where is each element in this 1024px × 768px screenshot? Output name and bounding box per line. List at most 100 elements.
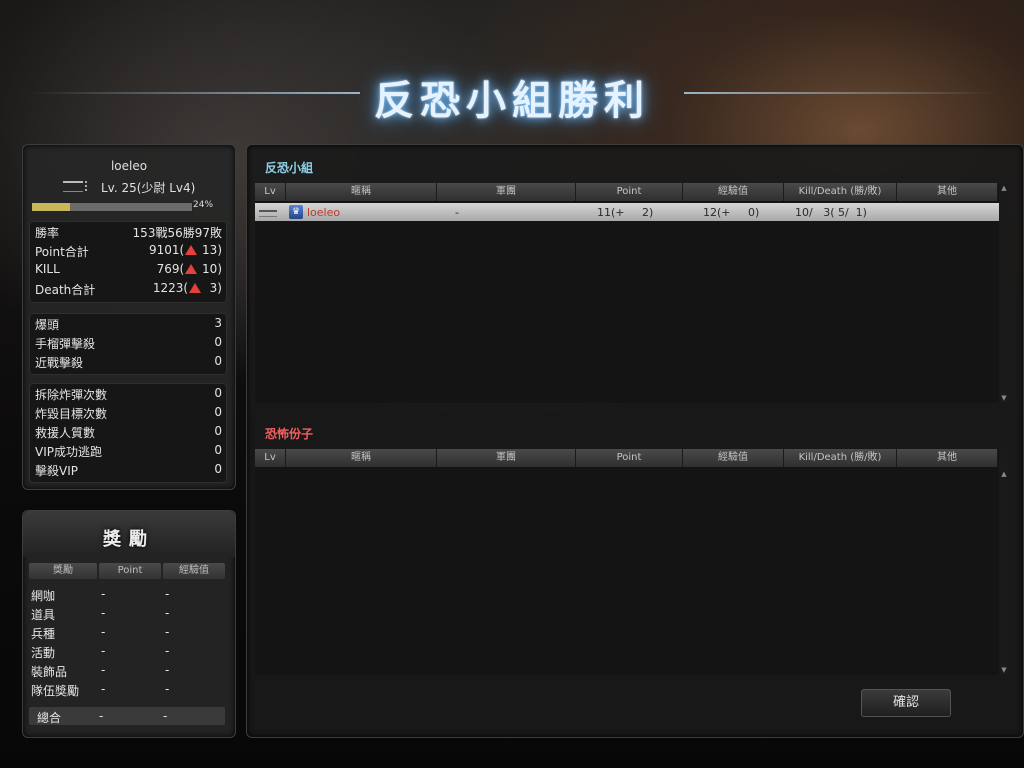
t-col-header: 暱稱 [286, 449, 437, 467]
stat-number: 3 [214, 316, 222, 330]
stat-number: 0 [214, 424, 222, 438]
stat-value: 769( 10) [157, 262, 222, 276]
rewards-col-point: Point [99, 563, 161, 579]
ct-col-header: 暱稱 [286, 183, 437, 201]
combat-stats-box: 爆頭 3 手榴彈擊殺 0 近戰擊殺 0 [29, 313, 227, 375]
stat-label: KILL [35, 262, 60, 276]
ct-col-header: Point [576, 183, 683, 201]
rewards-total-exp: - [163, 709, 168, 723]
player-row-name: loeleo [307, 206, 341, 219]
t-col-header: 其他 [897, 449, 998, 467]
stat-label: Point合計 [35, 245, 89, 259]
stat-number: 153戰56勝97敗 [132, 226, 222, 240]
confirm-button[interactable]: 確認 [861, 689, 951, 717]
reward-name: 裝飾品 [31, 665, 68, 679]
xp-percent: 24% [193, 200, 214, 210]
xp-progress-fill [32, 203, 71, 211]
t-col-header: Kill/Death (勝/敗) [784, 449, 897, 467]
stat-label: 救援人質數 [35, 426, 96, 440]
stat-row: VIP成功逃跑 0 [30, 441, 226, 460]
mission-stats-box: 拆除炸彈次數 0 炸毀目標次數 0 救援人質數 0 VIP成功逃跑 0 擊殺VIP 0 [29, 383, 227, 483]
stat-value: 0 [214, 424, 222, 438]
scroll-up-icon[interactable]: ▲ [999, 183, 1009, 193]
rewards-total-row: 總合 - - [29, 707, 225, 725]
reward-point: - [101, 587, 106, 601]
stat-value: 0 [214, 405, 222, 419]
ct-team-label: 反恐小組 [265, 161, 314, 175]
stat-row: Point合計 9101( 13) [30, 241, 226, 260]
ct-col-header: 經驗值 [683, 183, 784, 201]
stat-number: 0 [214, 405, 222, 419]
player-row-point: 11(+ 2) [597, 206, 654, 219]
scroll-up-icon[interactable]: ▲ [999, 469, 1009, 479]
t-col-header: Point [576, 449, 683, 467]
stat-delta: 13) [198, 243, 222, 257]
increase-arrow-icon [189, 283, 202, 293]
stat-row: 近戰擊殺 0 [30, 352, 226, 371]
scroll-down-icon[interactable]: ▼ [999, 665, 1009, 675]
ct-col-header: Lv [255, 183, 286, 201]
player-row-clan: - [455, 206, 459, 219]
stat-label: 手榴彈擊殺 [35, 337, 96, 351]
rewards-total-point: - [99, 709, 104, 723]
stat-row: 救援人質數 0 [30, 422, 226, 441]
reward-point: - [101, 682, 106, 696]
stat-label: 爆頭 [35, 318, 60, 332]
rewards-panel: 獎勵 獎勵 Point 經驗值 網咖 - - 道具 - - 兵種 - - 活動 - - 裝飾品 - - 隊伍獎… [22, 510, 236, 738]
reward-row: 網咖 - - [31, 585, 227, 604]
stat-delta: 10) [198, 262, 222, 276]
stat-row: 勝率 153戰56勝97敗 [30, 222, 226, 241]
rewards-title: 獎勵 [103, 529, 155, 550]
stat-number: 0 [214, 354, 222, 368]
player-name: loeleo [110, 159, 148, 173]
stat-label: VIP成功逃跑 [35, 445, 102, 459]
increase-arrow-icon [185, 264, 198, 274]
trophy-icon: ♛ [289, 205, 303, 219]
ct-team-table: Lv 暱稱 軍團 Point 經驗值 Kill/Death (勝/敗) 其他 ♛ loeleo… [255, 183, 999, 403]
stat-label: 炸毀目標次數 [35, 407, 108, 421]
rewards-col-exp: 經驗值 [163, 563, 225, 579]
stat-value: 0 [214, 443, 222, 457]
reward-name: 網咖 [31, 589, 56, 603]
stat-number: 769( [156, 262, 185, 276]
player-row[interactable]: ♛ loeleo - 11(+ 2) 12(+ 0) 10/ 3( 5/ 1) [255, 203, 999, 221]
stat-row: KILL 769( 10) [30, 260, 226, 279]
reward-point: - [101, 625, 106, 639]
xp-progress-bar [31, 202, 193, 212]
stat-number: 0 [214, 443, 222, 457]
stat-row: 爆頭 3 [30, 314, 226, 333]
ct-col-header: 軍團 [437, 183, 576, 201]
stat-number: 0 [214, 335, 222, 349]
stat-number: 0 [214, 386, 222, 400]
stat-label: Death合計 [35, 283, 96, 297]
player-level: Lv. 25(少尉 Lv4) [101, 181, 196, 195]
stat-row: 手榴彈擊殺 0 [30, 333, 226, 352]
result-title: 反恐小組勝利 [374, 78, 650, 124]
scoreboard-panel: 反恐小組 Lv 暱稱 軍團 Point 經驗值 Kill/Death (勝/敗) 其他 ♛ l… [246, 144, 1024, 738]
t-team-label: 恐怖份子 [265, 427, 314, 441]
t-col-header: Lv [255, 449, 286, 467]
reward-exp: - [165, 644, 170, 658]
stat-row: Death合計 1223( 3) [30, 279, 226, 298]
player-stats-panel: loeleo Lv. 25(少尉 Lv4) 24% 勝率 153戰56勝97敗 Po… [22, 144, 236, 490]
player-row-exp: 12(+ 0) [703, 206, 760, 219]
stat-value: 1223( 3) [153, 281, 222, 295]
ct-col-header: Kill/Death (勝/敗) [784, 183, 897, 201]
rank-insignia-icon [259, 210, 277, 217]
stat-label: 擊殺VIP [35, 464, 78, 478]
t-col-header: 經驗值 [683, 449, 784, 467]
reward-name: 隊伍獎勵 [31, 684, 80, 698]
stat-value: 0 [214, 335, 222, 349]
ct-table-scrollbar[interactable]: ▲ ▼ [999, 183, 1009, 403]
reward-exp: - [165, 606, 170, 620]
rewards-col-name: 獎勵 [29, 563, 97, 579]
stat-label: 勝率 [35, 226, 60, 240]
reward-point: - [101, 663, 106, 677]
scroll-down-icon[interactable]: ▼ [999, 393, 1009, 403]
rank-insignia-icon [63, 181, 87, 192]
t-table-scrollbar[interactable]: ▲ ▼ [999, 449, 1009, 675]
reward-row: 裝飾品 - - [31, 661, 227, 680]
reward-exp: - [165, 625, 170, 639]
reward-point: - [101, 606, 106, 620]
stat-number: 9101( [149, 243, 185, 257]
